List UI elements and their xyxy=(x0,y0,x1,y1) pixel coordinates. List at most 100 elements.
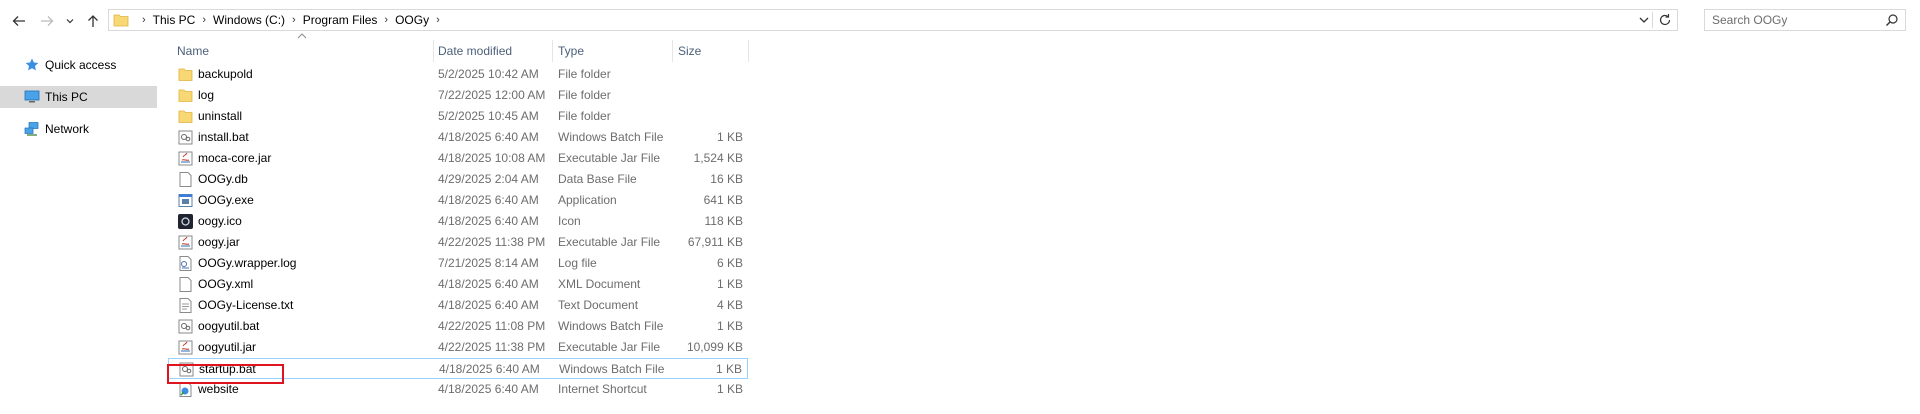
file-date-modified: 4/18/2025 6:40 AM xyxy=(439,362,540,376)
file-date-modified: 4/29/2025 2:04 AM xyxy=(438,172,539,186)
file-type: File folder xyxy=(558,109,611,123)
file-size: 641 KB xyxy=(703,193,743,207)
file-row-oogy-license-txt[interactable]: OOGy-License.txt 4/18/2025 6:40 AM Text Do… xyxy=(168,295,748,316)
column-header-name[interactable]: Name xyxy=(177,40,432,62)
folder-icon xyxy=(113,14,129,27)
log-file-icon xyxy=(177,255,194,272)
file-name: backupold xyxy=(198,67,253,81)
file-row-backupold[interactable]: backupold 5/2/2025 10:42 AM File folder xyxy=(168,64,748,85)
breadcrumb-separator-icon[interactable]: › xyxy=(202,14,206,26)
file-size: 1 KB xyxy=(716,130,743,144)
application-icon xyxy=(177,192,194,209)
file-size: 1 KB xyxy=(715,362,742,376)
file-row-oogy-exe[interactable]: OOGy.exe 4/18/2025 6:40 AM Application 641 … xyxy=(168,190,748,211)
file-row-oogy-wrapper-log[interactable]: OOGy.wrapper.log 7/21/2025 8:14 AM Log fil… xyxy=(168,253,748,274)
breadcrumb: › This PC › Windows (C:) › Program Files… xyxy=(135,13,447,27)
file-type: Text Document xyxy=(558,298,639,312)
nav-item-network[interactable]: Network xyxy=(0,118,157,140)
up-button[interactable] xyxy=(82,10,104,32)
file-name: OOGy-License.txt xyxy=(198,298,294,312)
forward-button[interactable] xyxy=(36,10,58,32)
breadcrumb-windows-c[interactable]: Windows (C:) xyxy=(213,13,285,27)
file-date-modified: 7/21/2025 8:14 AM xyxy=(438,256,539,270)
file-size: 1 KB xyxy=(716,382,743,396)
file-row-oogy-db[interactable]: OOGy.db 4/29/2025 2:04 AM Data Base File 16… xyxy=(168,169,748,190)
file-row-oogyutil-jar[interactable]: oogyutil.jar 4/22/2025 11:38 PM Executable… xyxy=(168,337,748,358)
file-name: uninstall xyxy=(198,109,243,123)
file-date-modified: 5/2/2025 10:45 AM xyxy=(438,109,539,123)
folder-icon xyxy=(177,108,194,125)
column-divider[interactable] xyxy=(552,40,553,62)
nav-item-quick-access[interactable]: Quick access xyxy=(0,54,157,76)
file-type: Icon xyxy=(558,214,581,228)
file-name: oogyutil.jar xyxy=(198,340,257,354)
column-header-type[interactable]: Type xyxy=(558,40,668,62)
forward-arrow-icon xyxy=(41,16,54,26)
file-date-modified: 7/22/2025 12:00 AM xyxy=(438,88,546,102)
file-type: File folder xyxy=(558,88,611,102)
file-type: Executable Jar File xyxy=(558,340,661,354)
file-type: Data Base File xyxy=(558,172,637,186)
navigation-pane: Quick access This PC Network xyxy=(0,44,157,414)
file-row-uninstall[interactable]: uninstall 5/2/2025 10:45 AM File folder xyxy=(168,106,748,127)
folder-icon xyxy=(177,87,194,104)
file-row-install-bat[interactable]: install.bat 4/18/2025 6:40 AM Windows Batc… xyxy=(168,127,748,148)
file-row-moca-core-jar[interactable]: moca-core.jar 4/18/2025 10:08 AM Executabl… xyxy=(168,148,748,169)
file-name: OOGy.wrapper.log xyxy=(198,256,297,270)
breadcrumb-oogy[interactable]: OOGy xyxy=(395,13,429,27)
recent-locations-button[interactable] xyxy=(62,10,78,32)
file-name: install.bat xyxy=(198,130,249,144)
network-icon xyxy=(24,122,39,136)
breadcrumb-this-pc[interactable]: This PC xyxy=(153,13,196,27)
file-type: XML Document xyxy=(558,277,641,291)
search-input[interactable]: Search OOGy xyxy=(1712,13,1885,27)
database-file-icon xyxy=(177,171,194,188)
column-divider[interactable] xyxy=(748,40,749,62)
file-row-oogy-ico[interactable]: oogy.ico 4/18/2025 6:40 AM Icon 118 KB xyxy=(168,211,748,232)
file-date-modified: 4/18/2025 6:40 AM xyxy=(438,277,539,291)
back-button[interactable] xyxy=(8,10,30,32)
search-box[interactable]: Search OOGy xyxy=(1704,9,1906,31)
column-header-size[interactable]: Size xyxy=(678,40,738,62)
breadcrumb-separator-icon[interactable]: › xyxy=(384,14,388,26)
column-divider[interactable] xyxy=(433,40,434,62)
up-arrow-icon xyxy=(88,15,98,27)
column-header-date[interactable]: Date modified xyxy=(438,40,548,62)
breadcrumb-separator-icon[interactable]: › xyxy=(436,14,440,26)
address-dropdown-icon[interactable] xyxy=(1637,13,1651,27)
file-size: 6 KB xyxy=(716,256,743,270)
back-arrow-icon xyxy=(12,16,25,26)
breadcrumb-separator-icon[interactable]: › xyxy=(292,14,296,26)
folder-icon xyxy=(177,66,194,83)
search-icon[interactable] xyxy=(1885,13,1899,27)
nav-item-this-pc[interactable]: This PC xyxy=(0,86,157,108)
file-name: OOGy.xml xyxy=(198,277,254,291)
file-size: 4 KB xyxy=(716,298,743,312)
jar-file-icon xyxy=(177,234,194,251)
nav-label: Quick access xyxy=(45,58,117,72)
file-date-modified: 4/18/2025 6:40 AM xyxy=(438,382,539,396)
file-row-oogyutil-bat[interactable]: oogyutil.bat 4/22/2025 11:08 PM Windows Ba… xyxy=(168,316,748,337)
file-date-modified: 4/22/2025 11:38 PM xyxy=(438,340,546,354)
file-row-log[interactable]: log 7/22/2025 12:00 AM File folder xyxy=(168,85,748,106)
file-date-modified: 4/22/2025 11:38 PM xyxy=(438,235,546,249)
address-toolbar: › This PC › Windows (C:) › Program Files… xyxy=(0,0,1920,40)
file-row-oogy-xml[interactable]: OOGy.xml 4/18/2025 6:40 AM XML Document 1 K… xyxy=(168,274,748,295)
file-date-modified: 4/18/2025 6:40 AM xyxy=(438,130,539,144)
nav-label: Network xyxy=(45,122,90,136)
address-bar[interactable]: › This PC › Windows (C:) › Program Files… xyxy=(108,9,1678,31)
breadcrumb-separator-icon[interactable]: › xyxy=(142,14,146,26)
selection-highlight xyxy=(167,364,284,384)
icon-file-icon xyxy=(177,213,194,230)
file-size: 1 KB xyxy=(716,319,743,333)
file-date-modified: 4/18/2025 6:40 AM xyxy=(438,193,539,207)
column-divider[interactable] xyxy=(672,40,673,62)
breadcrumb-program-files[interactable]: Program Files xyxy=(303,13,378,27)
file-row-oogy-jar[interactable]: oogy.jar 4/22/2025 11:38 PM Executable Jar… xyxy=(168,232,748,253)
file-size: 1,524 KB xyxy=(693,151,743,165)
file-date-modified: 4/18/2025 6:40 AM xyxy=(438,298,539,312)
refresh-icon[interactable] xyxy=(1652,12,1673,28)
file-name: OOGy.exe xyxy=(198,193,254,207)
file-type: Windows Batch File xyxy=(558,319,664,333)
text-document-icon xyxy=(177,297,194,314)
